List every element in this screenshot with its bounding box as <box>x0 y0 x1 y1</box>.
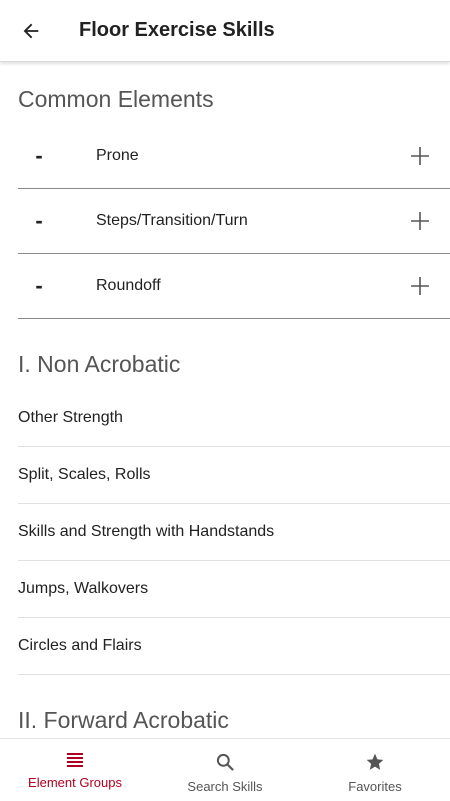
arrow-left-icon <box>23 23 39 38</box>
common-item-label: Prone <box>96 147 139 164</box>
common-item-prone[interactable]: - Prone <box>18 124 450 189</box>
app-bar: Floor Exercise Skills <box>0 0 450 62</box>
list-item-other-strength[interactable]: Other Strength <box>18 390 450 447</box>
common-item-steps-transition-turn[interactable]: - Steps/Transition/Turn <box>18 189 450 254</box>
nav-label: Element Groups <box>28 775 122 790</box>
back-button[interactable] <box>16 16 46 46</box>
list-item-skills-strength-handstands[interactable]: Skills and Strength with Handstands <box>18 504 450 561</box>
bottom-navigation: Element Groups Search Skills Favorites <box>0 738 450 801</box>
nav-element-groups[interactable]: Element Groups <box>0 739 150 801</box>
section-title-forward-acrobatic: II. Forward Acrobatic <box>18 707 229 733</box>
section-title-common-elements: Common Elements <box>18 86 214 112</box>
content-scroll[interactable]: Common Elements - Prone - Steps/Transiti… <box>0 62 450 738</box>
list-icon <box>67 753 83 767</box>
list-item-circles-flairs[interactable]: Circles and Flairs <box>18 618 450 675</box>
common-item-label: Steps/Transition/Turn <box>96 212 248 229</box>
star-icon <box>366 753 384 770</box>
dash-marker: - <box>35 208 43 233</box>
section-title-non-acrobatic: I. Non Acrobatic <box>18 351 181 377</box>
plus-icon[interactable] <box>400 266 440 306</box>
common-item-label: Roundoff <box>96 277 161 294</box>
list-item-split-scales-rolls[interactable]: Split, Scales, Rolls <box>18 447 450 504</box>
list-item-jumps-walkovers[interactable]: Jumps, Walkovers <box>18 561 450 618</box>
dash-marker: - <box>35 143 43 168</box>
nav-favorites[interactable]: Favorites <box>300 739 450 801</box>
nav-label: Search Skills <box>187 779 263 794</box>
nav-label: Favorites <box>348 779 402 794</box>
search-icon <box>216 753 234 771</box>
plus-icon[interactable] <box>400 136 440 176</box>
common-item-roundoff[interactable]: - Roundoff <box>18 254 450 319</box>
nav-search-skills[interactable]: Search Skills <box>150 739 300 801</box>
dash-marker: - <box>35 273 43 298</box>
plus-icon[interactable] <box>400 201 440 241</box>
page-title: Floor Exercise Skills <box>79 19 275 41</box>
